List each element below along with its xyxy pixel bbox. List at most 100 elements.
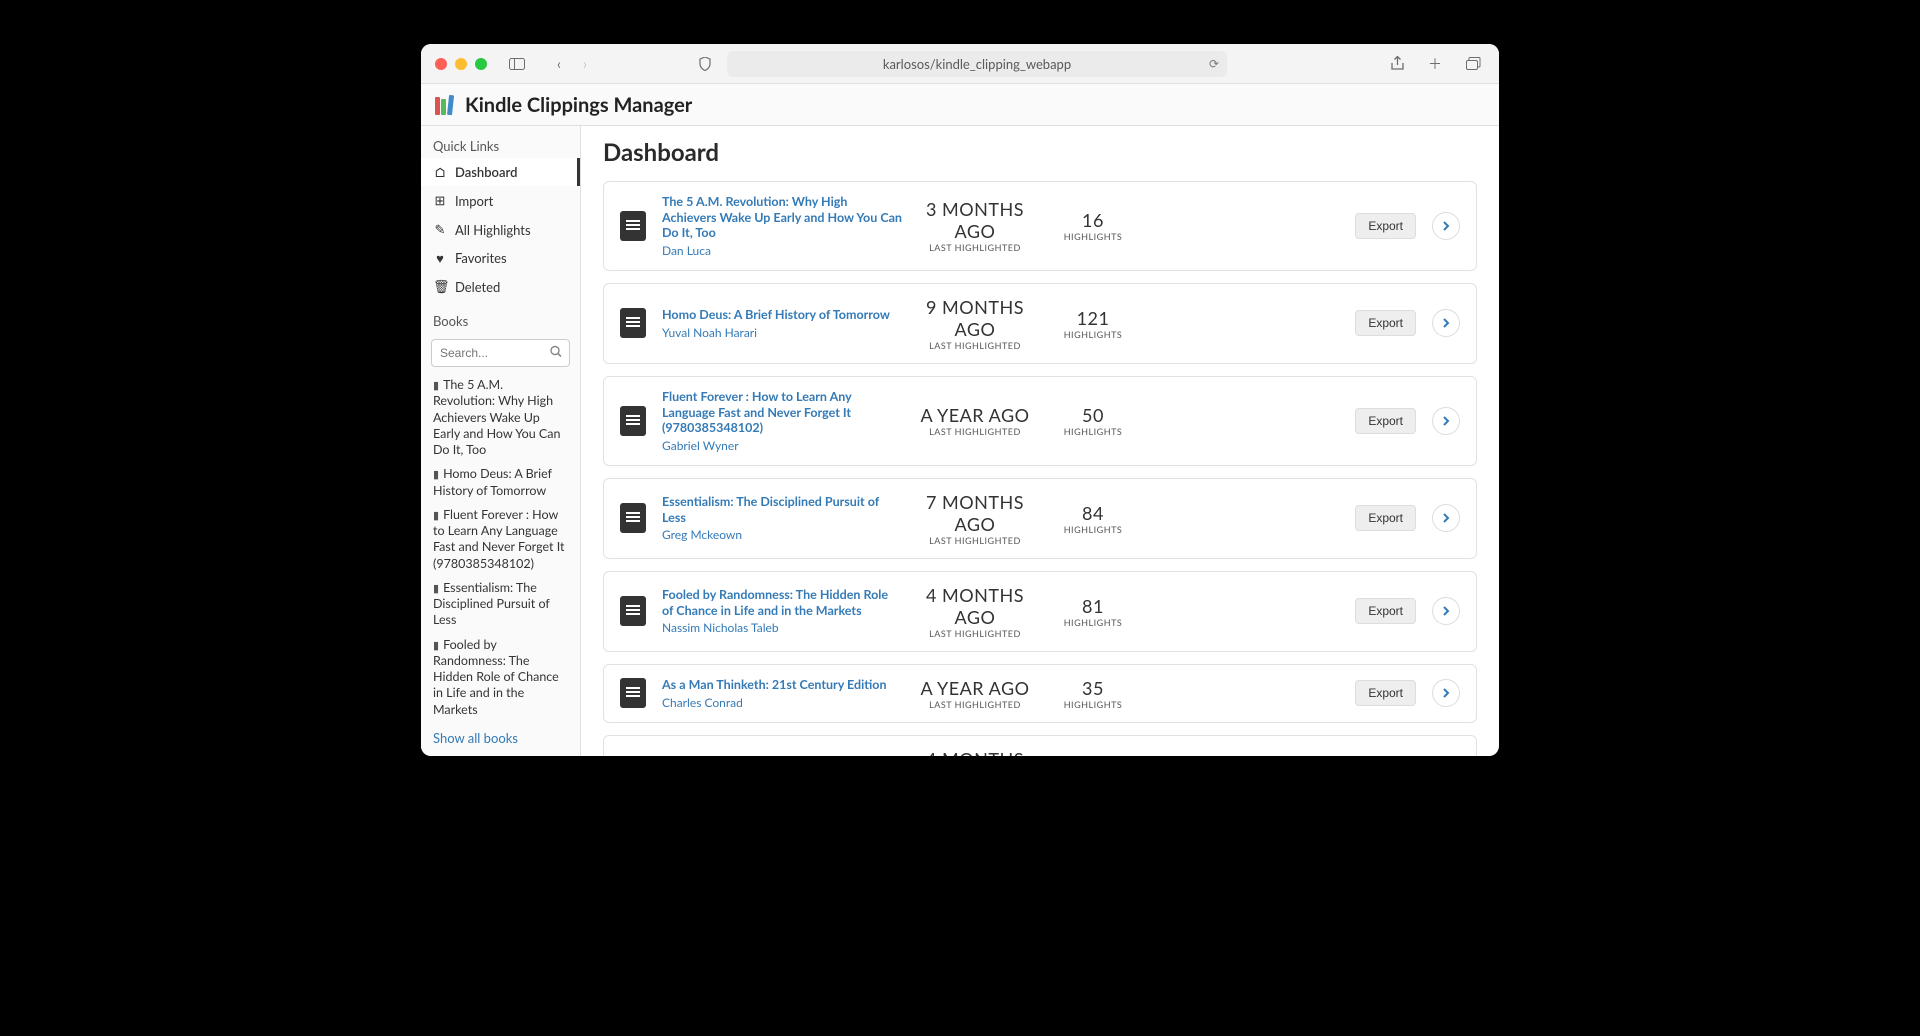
sidebar-item-favorites[interactable]: ♥ Favorites: [421, 244, 580, 272]
book-author-link[interactable]: Gabriel Wyner: [662, 438, 902, 453]
sidebar-book-link[interactable]: ▮Homo Deus: A Brief History of Tomorrow: [421, 462, 580, 503]
chevron-right-icon: [1442, 688, 1450, 698]
plus-square-icon: ⊞: [433, 192, 447, 209]
sidebar-book-link[interactable]: ▮Fluent Forever : How to Learn Any Langu…: [421, 503, 580, 576]
show-all-books-link[interactable]: Show all books: [421, 722, 580, 754]
sidebar-book-link[interactable]: ▮Essentialism: The Disciplined Pursuit o…: [421, 576, 580, 633]
book-icon: ▮: [433, 379, 439, 392]
open-book-button[interactable]: [1432, 504, 1460, 532]
new-tab-icon[interactable]: ＋: [1423, 52, 1447, 76]
sidebar-item-import[interactable]: ⊞Import: [421, 186, 580, 215]
app-header: Kindle Clippings Manager: [421, 84, 1499, 126]
heart-icon: ♥: [433, 250, 447, 266]
sidebar-item-all-highlights[interactable]: ✎All Highlights: [421, 215, 580, 244]
book-icon: [620, 211, 646, 241]
highlights-label: HIGHLIGHTS: [1048, 329, 1138, 340]
book-title-link[interactable]: Essentialism: The Disciplined Pursuit of…: [662, 494, 902, 525]
url-text: karlosos/kindle_clipping_webapp: [883, 56, 1071, 72]
sidebar-book-link[interactable]: ▮The 5 A.M. Revolution: Why High Achieve…: [421, 373, 580, 462]
reload-icon[interactable]: ⟳: [1209, 56, 1219, 71]
open-book-button[interactable]: [1432, 212, 1460, 240]
book-card: Essentialism: The Disciplined Pursuit of…: [603, 478, 1477, 559]
book-meta: The 5 A.M. Revolution: Why High Achiever…: [662, 194, 902, 258]
forward-button[interactable]: ›: [573, 52, 597, 76]
book-card: Fluent Forever : How to Learn Any Langua…: [603, 376, 1477, 466]
quick-links-heading: Quick Links: [421, 134, 580, 158]
last-highlighted-stat: 9 MONTHS AGOLAST HIGHLIGHTED: [910, 296, 1040, 351]
highlights-stat: 35HIGHLIGHTS: [1048, 677, 1138, 710]
last-highlighted-stat: 4 MONTHS AGOLAST HIGHLIGHTED: [910, 748, 1040, 756]
sidebar-item-label: Deleted: [455, 279, 500, 295]
back-button[interactable]: ‹: [547, 52, 571, 76]
open-book-button[interactable]: [1432, 407, 1460, 435]
highlights-stat: 121HIGHLIGHTS: [1048, 307, 1138, 340]
last-highlighted-stat: A YEAR AGOLAST HIGHLIGHTED: [910, 404, 1040, 437]
highlights-count: 16: [1048, 209, 1138, 231]
book-author-link[interactable]: Dan Luca: [662, 243, 902, 258]
sidebar-item-label: All Highlights: [455, 222, 531, 238]
trash-icon: 🗑: [433, 278, 447, 295]
last-highlighted-value: 4 MONTHS AGO: [910, 748, 1040, 756]
book-icon: [620, 678, 646, 708]
export-button[interactable]: Export: [1355, 310, 1416, 336]
close-icon[interactable]: [435, 58, 447, 70]
chevron-right-icon: [1442, 221, 1450, 231]
last-highlighted-value: A YEAR AGO: [910, 404, 1040, 426]
last-highlighted-value: 4 MONTHS AGO: [910, 584, 1040, 628]
highlights-label: HIGHLIGHTS: [1048, 617, 1138, 628]
book-card: Fooled by Randomness: The Hidden Role of…: [603, 571, 1477, 652]
sidebar-item-label: Favorites: [455, 250, 507, 266]
book-icon: ▮: [433, 582, 439, 595]
open-book-button[interactable]: [1432, 597, 1460, 625]
highlights-label: HIGHLIGHTS: [1048, 231, 1138, 242]
last-highlighted-stat: 3 MONTHS AGOLAST HIGHLIGHTED: [910, 198, 1040, 253]
book-author-link[interactable]: Charles Conrad: [662, 695, 902, 710]
last-highlighted-label: LAST HIGHLIGHTED: [910, 535, 1040, 546]
search-icon[interactable]: [550, 346, 562, 361]
share-icon[interactable]: [1385, 52, 1409, 76]
book-title-link[interactable]: Homo Deus: A Brief History of Tomorrow: [662, 307, 902, 323]
book-title-link[interactable]: As a Man Thinketh: 21st Century Edition: [662, 677, 902, 693]
export-button[interactable]: Export: [1355, 505, 1416, 531]
open-book-button[interactable]: [1432, 679, 1460, 707]
maximize-icon[interactable]: [475, 58, 487, 70]
highlights-count: 50: [1048, 404, 1138, 426]
chevron-right-icon: [1442, 513, 1450, 523]
home-icon: ⌂: [433, 164, 447, 180]
shield-icon[interactable]: [693, 52, 717, 76]
book-author-link[interactable]: Greg Mckeown: [662, 527, 902, 542]
sidebar-item-deleted[interactable]: 🗑 Deleted: [421, 272, 580, 301]
book-icon: [620, 503, 646, 533]
export-button[interactable]: Export: [1355, 598, 1416, 624]
sidebar-book-title: The 5 A.M. Revolution: Why High Achiever…: [433, 377, 560, 457]
book-title-link[interactable]: Fluent Forever : How to Learn Any Langua…: [662, 389, 902, 436]
sidebar-item-dashboard[interactable]: ⌂ Dashboard: [421, 158, 580, 186]
highlights-count: 121: [1048, 307, 1138, 329]
highlights-count: 84: [1048, 502, 1138, 524]
book-title-link[interactable]: Fooled by Randomness: The Hidden Role of…: [662, 587, 902, 618]
tabs-icon[interactable]: [1461, 52, 1485, 76]
sidebar-toggle-icon[interactable]: [505, 52, 529, 76]
highlights-label: HIGHLIGHTS: [1048, 699, 1138, 710]
app-logo-icon: [435, 95, 455, 115]
export-button[interactable]: Export: [1355, 408, 1416, 434]
open-book-button[interactable]: [1432, 309, 1460, 337]
chevron-right-icon: [1442, 606, 1450, 616]
sidebar-book-link[interactable]: ▮Fooled by Randomness: The Hidden Role o…: [421, 633, 580, 722]
chevron-right-icon: [1442, 416, 1450, 426]
sidebar-book-title: Homo Deus: A Brief History of Tomorrow: [433, 466, 552, 497]
minimize-icon[interactable]: [455, 58, 467, 70]
window-controls: [435, 58, 487, 70]
sidebar-book-title: Fluent Forever : How to Learn Any Langua…: [433, 507, 565, 571]
export-button[interactable]: Export: [1355, 680, 1416, 706]
last-highlighted-stat: A YEAR AGOLAST HIGHLIGHTED: [910, 677, 1040, 710]
book-author-link[interactable]: Yuval Noah Harari: [662, 325, 902, 340]
last-highlighted-label: LAST HIGHLIGHTED: [910, 628, 1040, 639]
book-title-link[interactable]: The 5 A.M. Revolution: Why High Achiever…: [662, 194, 902, 241]
highlights-stat: 81HIGHLIGHTS: [1048, 595, 1138, 628]
export-button[interactable]: Export: [1355, 213, 1416, 239]
sidebar-item-label: Dashboard: [455, 164, 517, 180]
book-author-link[interactable]: Nassim Nicholas Taleb: [662, 620, 902, 635]
last-highlighted-stat: 4 MONTHS AGOLAST HIGHLIGHTED: [910, 584, 1040, 639]
address-bar[interactable]: karlosos/kindle_clipping_webapp ⟳: [727, 51, 1227, 77]
